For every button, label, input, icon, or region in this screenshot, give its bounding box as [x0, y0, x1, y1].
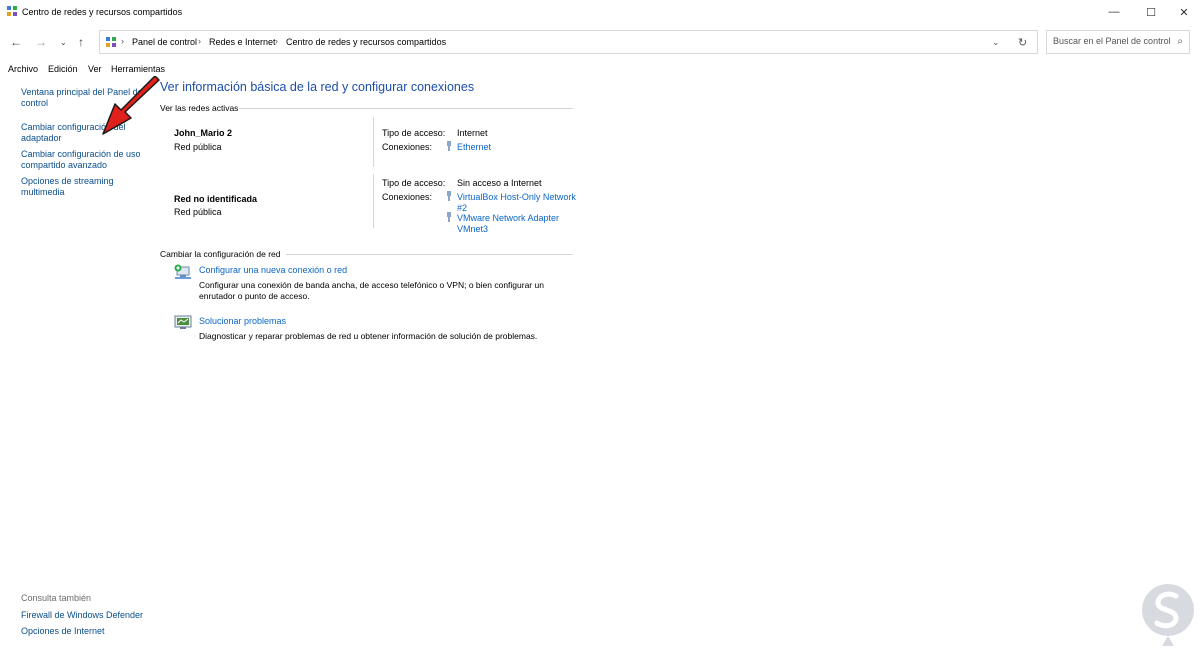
section-divider [286, 254, 573, 255]
window-title: Centro de redes y recursos compartidos [22, 7, 183, 17]
close-button[interactable]: ✕ [1166, 0, 1200, 24]
sidebar-link-firewall[interactable]: Firewall de Windows Defender [21, 610, 146, 621]
connections-label: Conexiones: [382, 192, 433, 202]
see-also-heading: Consulta también [21, 593, 92, 603]
navigation-bar: ← → ⌄ ↑ › Panel de control › Redes e Int… [0, 24, 1200, 60]
recent-locations-button[interactable]: ⌄ [60, 37, 67, 49]
network-divider [373, 117, 374, 167]
network-category-link[interactable]: Red pública [174, 142, 222, 152]
breadcrumb-separator[interactable]: › [121, 36, 124, 46]
breadcrumb-separator[interactable]: › [198, 36, 201, 46]
network-category-link[interactable]: Red pública [174, 207, 222, 217]
access-type-label: Tipo de acceso: [382, 128, 446, 138]
sidebar-link-internet-options[interactable]: Opciones de Internet [21, 626, 146, 637]
address-bar[interactable]: › Panel de control › Redes e Internet › … [99, 30, 1038, 54]
search-input[interactable] [1053, 36, 1173, 46]
connection-link-ethernet[interactable]: Ethernet [457, 142, 577, 153]
section-divider [239, 108, 573, 109]
connection-link-vmware[interactable]: VMware Network Adapter VMnet3 [457, 213, 577, 234]
title-bar: Centro de redes y recursos compartidos —… [0, 0, 1200, 24]
minimize-button[interactable]: — [1096, 0, 1132, 24]
connection-link-virtualbox[interactable]: VirtualBox Host-Only Network #2 [457, 192, 577, 213]
network-plug-icon [447, 212, 451, 222]
refresh-button[interactable]: ↻ [1018, 36, 1027, 49]
back-button[interactable]: ← [10, 36, 22, 48]
up-button[interactable]: ↑ [78, 36, 84, 48]
access-type-label: Tipo de acceso: [382, 178, 446, 188]
sidebar-link-advanced-sharing[interactable]: Cambiar configuración de uso compartido … [21, 149, 146, 171]
page-title: Ver información básica de la red y confi… [160, 80, 475, 94]
network-plug-icon [447, 191, 451, 201]
watermark-logo-icon [1142, 584, 1194, 646]
maximize-button[interactable]: ☐ [1133, 0, 1169, 24]
access-type-value: Internet [457, 128, 488, 138]
network-name: Red no identificada [174, 194, 258, 204]
breadcrumb-centro-de-redes[interactable]: Centro de redes y recursos compartidos [286, 37, 446, 47]
change-settings-heading: Cambiar la configuración de red [160, 249, 281, 259]
setup-new-connection-description: Configurar una conexión de banda ancha, … [199, 280, 544, 301]
address-dropdown-button[interactable]: ⌄ [992, 37, 1000, 48]
network-divider [373, 174, 374, 228]
menu-bar: Archivo Edición Ver Herramientas [0, 62, 1200, 76]
new-connection-icon [174, 264, 191, 279]
access-type-value: Sin acceso a Internet [457, 178, 542, 188]
forward-button[interactable]: → [35, 36, 47, 48]
annotation-arrow-icon [102, 76, 160, 135]
connections-label: Conexiones: [382, 142, 433, 152]
menu-edicion[interactable]: Edición [48, 64, 78, 74]
sidebar-link-media-streaming[interactable]: Opciones de streaming multimedia [21, 176, 146, 198]
control-panel-icon [7, 6, 17, 16]
breadcrumb-panel-de-control[interactable]: Panel de control [132, 37, 197, 47]
breadcrumb-separator[interactable]: › [275, 36, 278, 46]
troubleshoot-description: Diagnosticar y reparar problemas de red … [199, 331, 538, 341]
troubleshoot-icon [174, 315, 192, 329]
menu-herramientas[interactable]: Herramientas [111, 64, 165, 74]
left-navigation-pane: Ventana principal del Panel de control C… [0, 78, 150, 651]
search-icon[interactable]: ⌕ [1177, 36, 1183, 47]
setup-new-connection-link[interactable]: Configurar una nueva conexión o red [199, 265, 347, 275]
network-plug-icon [447, 141, 451, 151]
menu-ver[interactable]: Ver [88, 64, 102, 74]
network-name: John_Mario 2 [174, 128, 233, 138]
search-box[interactable]: ⌕ [1046, 30, 1190, 54]
breadcrumb-redes-e-internet[interactable]: Redes e Internet [209, 37, 276, 47]
troubleshoot-link[interactable]: Solucionar problemas [199, 316, 286, 326]
control-panel-icon [106, 37, 116, 47]
active-networks-heading: Ver las redes activas [160, 103, 239, 113]
menu-archivo[interactable]: Archivo [8, 64, 38, 74]
